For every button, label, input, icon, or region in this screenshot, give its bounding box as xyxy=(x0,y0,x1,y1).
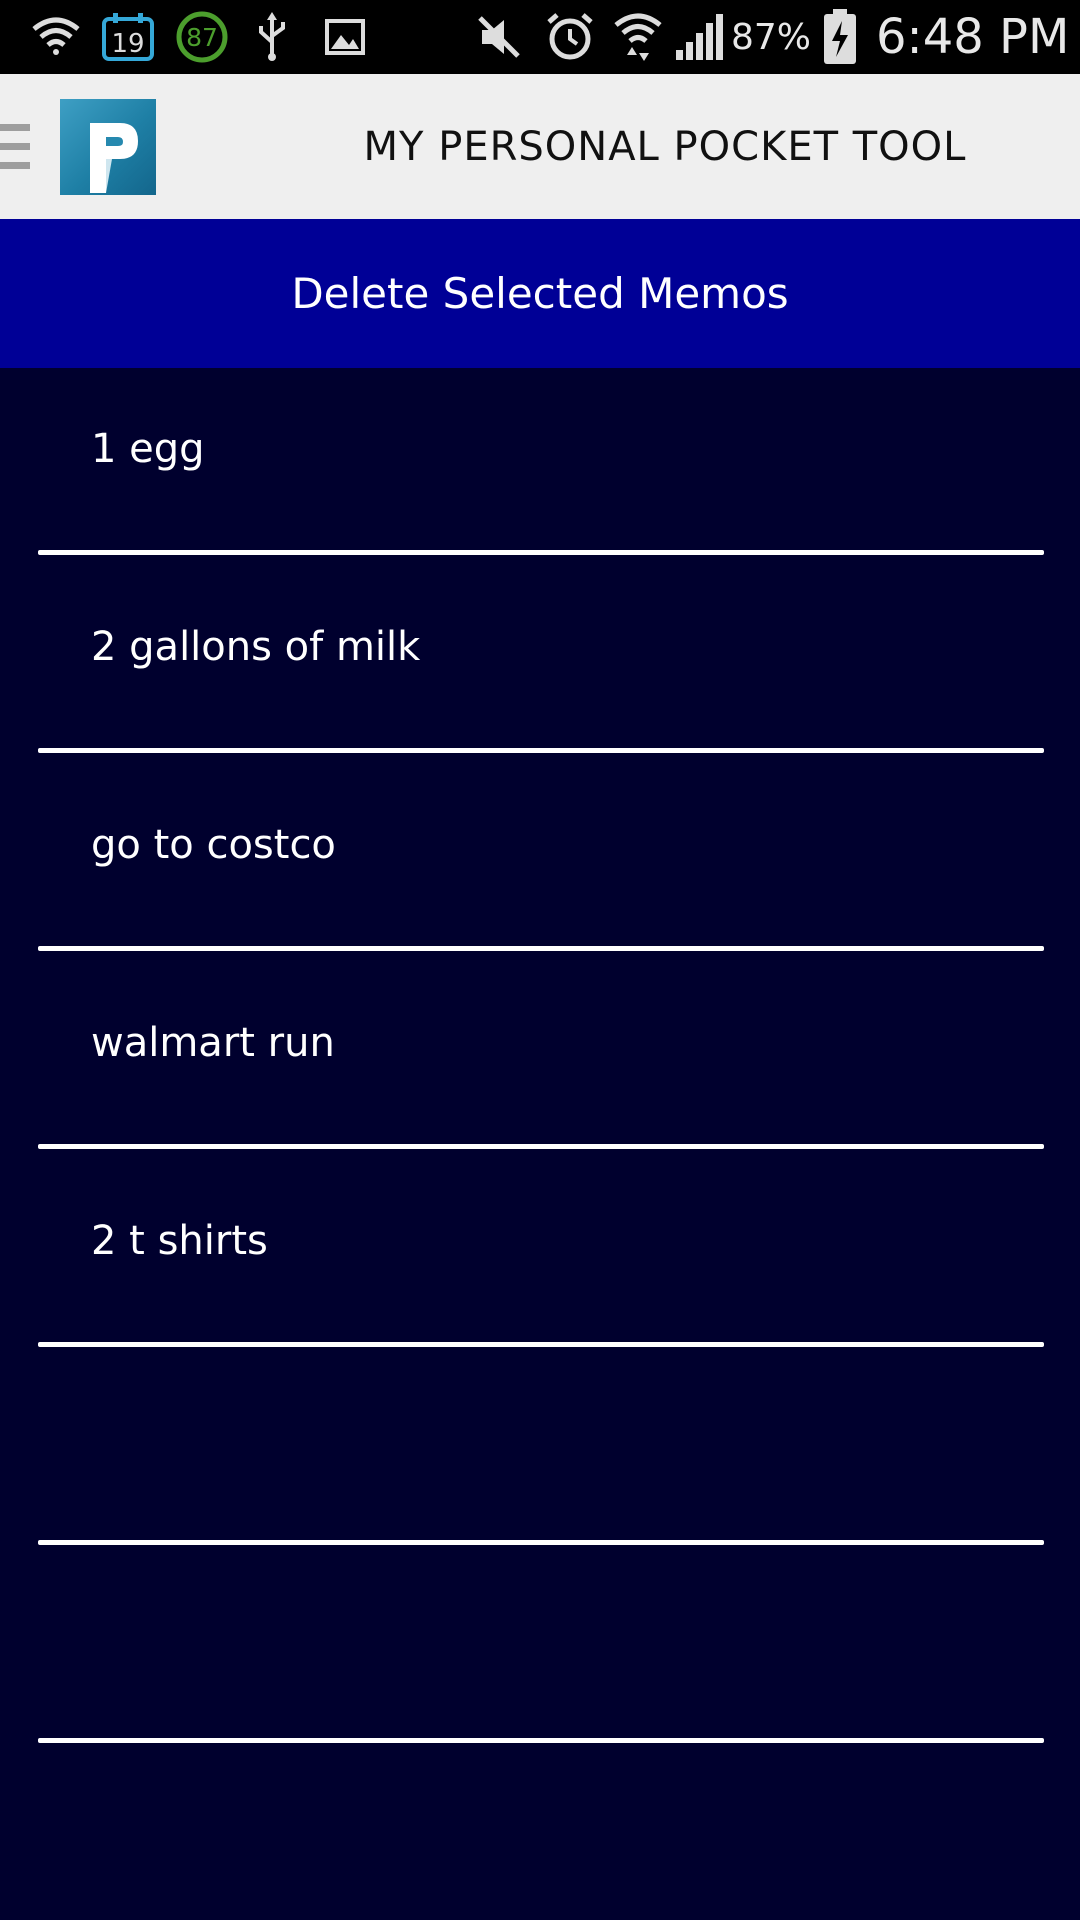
alarm-icon xyxy=(544,0,596,74)
memo-list: 1 egg 2 gallons of milk go to costco wal… xyxy=(0,368,1080,1754)
memo-item-empty[interactable] xyxy=(0,1556,1080,1754)
calendar-day-text: 19 xyxy=(111,29,144,59)
status-bar: 19 87 87% 6:48 PM xyxy=(0,0,1080,74)
memo-item[interactable]: 2 gallons of milk xyxy=(0,566,1080,764)
app-title: MY PERSONAL POCKET TOOL xyxy=(363,123,967,170)
memo-text: 1 egg xyxy=(91,426,205,472)
memo-divider xyxy=(38,748,1044,753)
memo-divider xyxy=(38,1144,1044,1149)
wifi-question-icon xyxy=(28,0,84,74)
signal-icon xyxy=(672,0,728,74)
memo-item[interactable]: go to costco xyxy=(0,764,1080,962)
memo-divider xyxy=(38,1540,1044,1545)
memo-divider xyxy=(38,946,1044,951)
memo-divider xyxy=(38,550,1044,555)
memo-divider xyxy=(38,1342,1044,1347)
calendar-icon: 19 xyxy=(100,0,156,74)
memo-divider xyxy=(38,1738,1044,1743)
hamburger-menu-icon[interactable] xyxy=(0,124,30,170)
circle-badge-icon: 87 xyxy=(174,0,230,74)
memo-text: go to costco xyxy=(91,822,336,868)
battery-percent: 87% xyxy=(731,16,812,58)
memo-item[interactable]: 2 t shirts xyxy=(0,1160,1080,1358)
memo-item[interactable]: walmart run xyxy=(0,962,1080,1160)
wifi-icon xyxy=(612,0,664,74)
memo-text: walmart run xyxy=(91,1020,335,1066)
memo-text: 2 t shirts xyxy=(91,1218,268,1264)
image-icon xyxy=(322,0,368,74)
battery-charging-icon xyxy=(820,0,860,74)
usb-icon xyxy=(252,0,292,74)
memo-item[interactable]: 1 egg xyxy=(0,368,1080,566)
clock: 6:48 PM xyxy=(876,9,1070,65)
delete-selected-memos-button[interactable]: Delete Selected Memos xyxy=(0,219,1080,368)
memo-item-empty[interactable] xyxy=(0,1358,1080,1556)
memo-text: 2 gallons of milk xyxy=(91,624,421,670)
mute-icon xyxy=(474,0,524,74)
circle-badge-text: 87 xyxy=(186,23,218,52)
app-bar: MY PERSONAL POCKET TOOL xyxy=(0,74,1080,219)
app-logo xyxy=(60,99,156,195)
